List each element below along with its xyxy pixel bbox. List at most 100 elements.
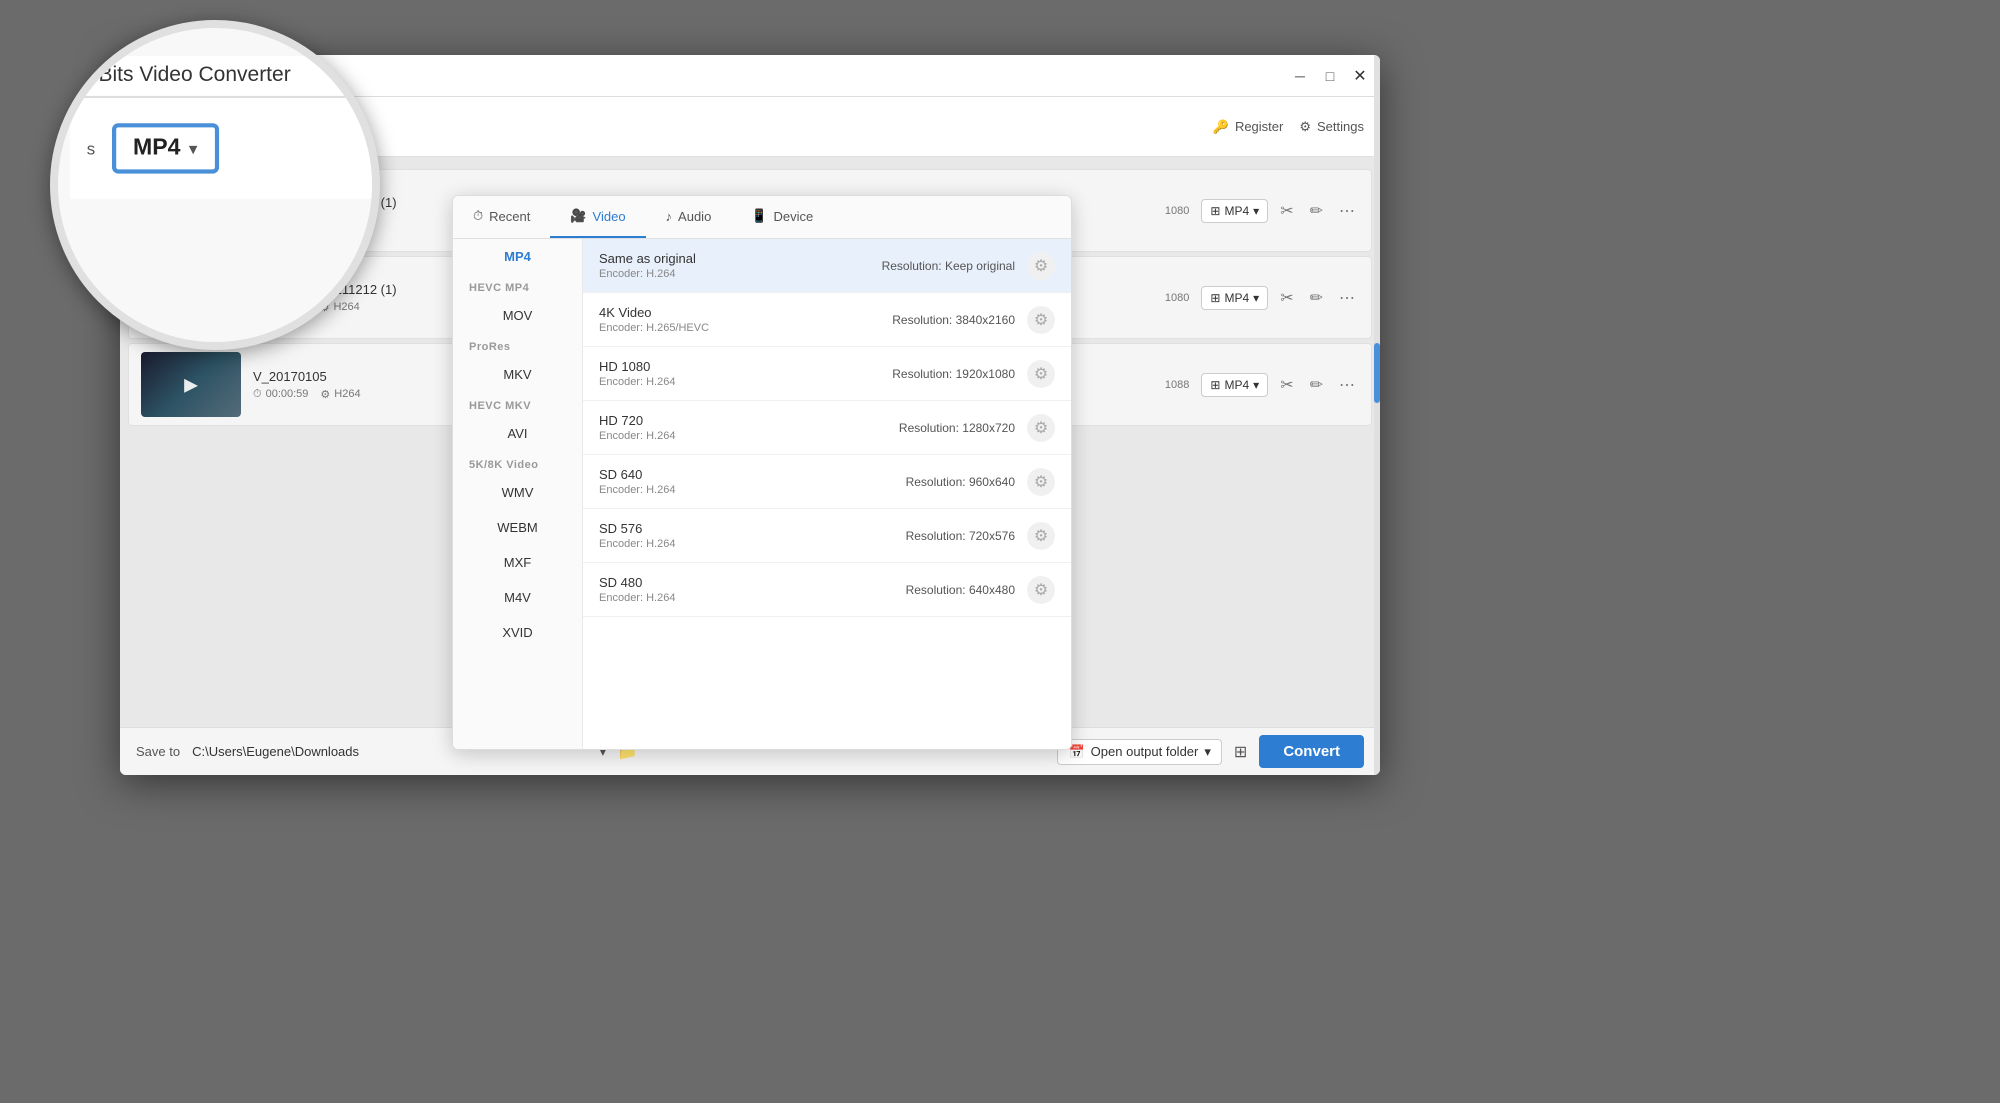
tab-audio[interactable]: ♪ Audio (646, 196, 732, 238)
video-actions: ⊞ MP4 ▾ ✂ ✏ ⋯ (1201, 197, 1359, 225)
output-folder-button[interactable]: 📅 Open output folder ▾ (1057, 739, 1221, 765)
magnifier-format-selector[interactable]: MP4 ▾ (112, 123, 218, 173)
format-item-prores[interactable]: ProRes (453, 333, 582, 357)
dropdown-content: MP4 HEVC MP4 MOV ProRes MKV HEVC MKV AVI… (453, 239, 1071, 749)
preset-encoder: Encoder: H.264 (599, 484, 906, 496)
preset-resolution: Resolution: 640x480 (906, 583, 1015, 597)
tab-device-label: Device (773, 209, 813, 224)
preset-list: Same as original Encoder: H.264 Resoluti… (583, 239, 1071, 749)
settings-button[interactable]: ⚙ Settings (1299, 119, 1364, 135)
preset-item-sd-640[interactable]: SD 640 Encoder: H.264 Resolution: 960x64… (583, 455, 1071, 509)
preset-settings-icon[interactable]: ⚙ (1027, 414, 1055, 442)
preset-encoder: Encoder: H.264 (599, 376, 892, 388)
preset-settings-icon[interactable]: ⚙ (1027, 576, 1055, 604)
preset-encoder: Encoder: H.264 (599, 592, 906, 604)
format-item-mkv[interactable]: MKV (453, 357, 582, 392)
output-folder-label: Open output folder (1091, 744, 1199, 759)
register-button[interactable]: 🔑 Register (1213, 119, 1284, 135)
toolbar-right: 🔑 Register ⚙ Settings (1213, 119, 1364, 135)
preset-resolution: Resolution: 1280x720 (899, 421, 1015, 435)
dropdown-tabs: ⏱ Recent 🎥 Video ♪ Audio 📱 Device (453, 196, 1071, 239)
video-duration: ⏱ 00:00:59 (253, 388, 308, 401)
preset-settings-icon[interactable]: ⚙ (1027, 252, 1055, 280)
tab-audio-label: Audio (678, 209, 711, 224)
preset-info: Same as original Encoder: H.264 (599, 251, 882, 280)
preset-item-sd-480[interactable]: SD 480 Encoder: H.264 Resolution: 640x48… (583, 563, 1071, 617)
format-item-hevc-mkv[interactable]: HEVC MKV (453, 392, 582, 416)
preset-resolution: Resolution: 1920x1080 (892, 367, 1015, 381)
more-icon[interactable]: ⋯ (1335, 371, 1359, 399)
preset-name: SD 576 (599, 521, 906, 536)
format-item-wmv[interactable]: WMV (453, 475, 582, 510)
magnifier-format-area: s MP4 ▾ (70, 98, 380, 199)
preset-encoder: Encoder: H.264 (599, 268, 882, 280)
video-format-badge[interactable]: ⊞ MP4 ▾ (1201, 199, 1268, 223)
minimize-button[interactable]: ─ (1292, 68, 1308, 84)
grid-small-icon: ⊞ (1210, 291, 1220, 305)
format-item-5k8k[interactable]: 5K/8K Video (453, 451, 582, 475)
preset-settings-icon[interactable]: ⚙ (1027, 522, 1055, 550)
settings-label: Settings (1317, 119, 1364, 134)
cut-icon[interactable]: ✂ (1276, 284, 1297, 312)
preset-name: Same as original (599, 251, 882, 266)
badge-chevron-icon: ▾ (1253, 204, 1259, 218)
tab-recent[interactable]: ⏱ Recent (453, 196, 550, 238)
preset-resolution: Resolution: 960x640 (906, 475, 1015, 489)
preset-name: HD 1080 (599, 359, 892, 374)
convert-button[interactable]: Convert (1259, 735, 1364, 768)
preset-name: SD 640 (599, 467, 906, 482)
tab-video-label: Video (593, 209, 626, 224)
format-item-hevc-mp4[interactable]: HEVC MP4 (453, 274, 582, 298)
format-item-avi[interactable]: AVI (453, 416, 582, 451)
preset-encoder: Encoder: H.265/HEVC (599, 322, 892, 334)
preset-name: 4K Video (599, 305, 892, 320)
magnifier: nBits Video Converter s MP4 ▾ (50, 20, 380, 350)
scrollbar-thumb (1374, 343, 1380, 403)
format-item-m4v[interactable]: M4V (453, 580, 582, 615)
more-icon[interactable]: ⋯ (1335, 284, 1359, 312)
more-icon[interactable]: ⋯ (1335, 197, 1359, 225)
preset-item-hd-720[interactable]: HD 720 Encoder: H.264 Resolution: 1280x7… (583, 401, 1071, 455)
format-item-mov[interactable]: MOV (453, 298, 582, 333)
video-actions: ⊞ MP4 ▾ ✂ ✏ ⋯ (1201, 284, 1359, 312)
edit-icon[interactable]: ✏ (1306, 284, 1327, 312)
format-item-mxf[interactable]: MXF (453, 545, 582, 580)
format-list: MP4 HEVC MP4 MOV ProRes MKV HEVC MKV AVI… (453, 239, 583, 749)
preset-item-4k-video[interactable]: 4K Video Encoder: H.265/HEVC Resolution:… (583, 293, 1071, 347)
cut-icon[interactable]: ✂ (1276, 371, 1297, 399)
video-actions: ⊞ MP4 ▾ ✂ ✏ ⋯ (1201, 371, 1359, 399)
edit-icon[interactable]: ✏ (1306, 197, 1327, 225)
grid-view-icon[interactable]: ⊞ (1234, 742, 1247, 762)
video-resolution: 1080 (1165, 292, 1189, 304)
preset-settings-icon[interactable]: ⚙ (1027, 306, 1055, 334)
preset-encoder: Encoder: H.264 (599, 430, 899, 442)
video-tab-icon: 🎥 (570, 208, 586, 224)
device-icon: 📱 (751, 208, 767, 224)
magnifier-content: nBits Video Converter s MP4 ▾ (70, 56, 380, 199)
tab-video[interactable]: 🎥 Video (550, 196, 645, 238)
title-bar-controls: ─ □ ✕ (1292, 68, 1368, 84)
scrollbar[interactable] (1374, 55, 1380, 775)
video-format-badge[interactable]: ⊞ MP4 ▾ (1201, 286, 1268, 310)
close-button[interactable]: ✕ (1352, 68, 1368, 84)
edit-icon[interactable]: ✏ (1306, 371, 1327, 399)
format-item-webm[interactable]: WEBM (453, 510, 582, 545)
format-item-mp4[interactable]: MP4 (453, 239, 582, 274)
preset-settings-icon[interactable]: ⚙ (1027, 468, 1055, 496)
tab-device[interactable]: 📱 Device (731, 196, 833, 238)
preset-item-sd-576[interactable]: SD 576 Encoder: H.264 Resolution: 720x57… (583, 509, 1071, 563)
badge-chevron-icon: ▾ (1253, 378, 1259, 392)
magnifier-format-chevron-icon: ▾ (189, 139, 197, 158)
preset-item-same-as-original[interactable]: Same as original Encoder: H.264 Resoluti… (583, 239, 1071, 293)
audio-icon: ♪ (666, 209, 673, 224)
preset-settings-icon[interactable]: ⚙ (1027, 360, 1055, 388)
video-format-badge[interactable]: ⊞ MP4 ▾ (1201, 373, 1268, 397)
output-chevron-icon: ▾ (1204, 744, 1211, 760)
preset-item-hd-1080[interactable]: HD 1080 Encoder: H.264 Resolution: 1920x… (583, 347, 1071, 401)
maximize-button[interactable]: □ (1322, 68, 1338, 84)
video-resolution: 1080 (1165, 205, 1189, 217)
magnifier-title: nBits Video Converter (70, 56, 380, 98)
magnifier-format-label: MP4 (133, 136, 181, 161)
format-item-xvid[interactable]: XVID (453, 615, 582, 650)
cut-icon[interactable]: ✂ (1276, 197, 1297, 225)
